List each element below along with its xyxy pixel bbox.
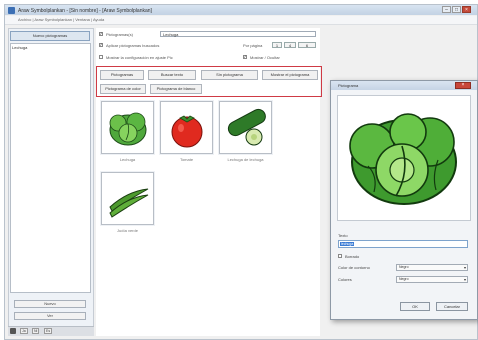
dialog-close-button[interactable]: × — [455, 82, 471, 89]
lettuce-icon — [349, 113, 457, 205]
show-hide-checkbox[interactable] — [243, 54, 247, 59]
sidebar-button-new[interactable]: Nuevo — [14, 300, 86, 308]
tile-label: Tomate — [179, 157, 194, 162]
app-icon — [8, 7, 15, 14]
outline-color-label: Color de contorno — [338, 265, 370, 270]
pictogram-tile[interactable] — [219, 101, 272, 154]
ok-button[interactable]: OK — [400, 302, 430, 311]
tomato-icon — [171, 115, 203, 148]
green-beans-icon — [109, 188, 149, 218]
toolbar-button-pictograms[interactable]: Pictogramas — [100, 70, 144, 80]
minimize-button[interactable]: – — [442, 6, 451, 13]
erase-label: Borrado — [345, 254, 360, 259]
name-field[interactable] — [338, 240, 468, 248]
erase-checkbox[interactable] — [338, 254, 342, 258]
name-field-value: lechuga — [340, 242, 355, 246]
toolbar-button-white[interactable]: Pictograma de blanco — [150, 84, 202, 94]
tile-label: Judía verde — [117, 228, 138, 233]
outline-color-select[interactable]: Negro — [396, 264, 468, 271]
sidebar-button-view[interactable]: Ver — [14, 312, 86, 320]
new-pictogram-button[interactable]: Nuevo pictogramas — [10, 31, 90, 41]
close-button[interactable]: × — [462, 6, 471, 13]
toolbar-button-color[interactable]: Pictograma de color — [100, 84, 146, 94]
name-label: Texto — [338, 233, 348, 238]
cucumber-icon — [227, 108, 266, 146]
taskbar-item[interactable]: Es — [44, 328, 53, 334]
show-hide-label: Mostrar / Ocultar — [250, 55, 280, 60]
dialog-preview — [337, 95, 471, 221]
toolbar-button-search-text[interactable]: Buscar texto — [148, 70, 196, 80]
colors-label: Colores — [338, 277, 352, 282]
per-page-stepper[interactable]: 4 — [284, 42, 296, 48]
window-title: Araw Symbolplankan - [Sin nombre] - [Ara… — [18, 8, 152, 14]
apply-label: Aplicar pictogramas buscados — [106, 43, 160, 48]
list-item[interactable]: Lechuga — [12, 45, 27, 50]
start-icon[interactable] — [10, 328, 16, 334]
pictogram-tile[interactable] — [101, 172, 154, 225]
lettuce-icon — [109, 112, 147, 146]
per-page-stepper[interactable]: 1 — [272, 42, 282, 48]
cancel-button[interactable]: Cancelar — [436, 302, 468, 311]
pictograms-checkbox[interactable] — [99, 31, 103, 36]
dialog-title: Pictograma — [338, 83, 359, 88]
taskbar-item[interactable]: Nl — [32, 328, 40, 334]
toolbar-button-show-pictogram[interactable]: Mostrar el pictograma — [262, 70, 318, 80]
pictogram-tile[interactable] — [160, 101, 213, 154]
colors-select[interactable]: Negro — [396, 276, 468, 283]
per-page-stepper[interactable]: 6 — [298, 42, 316, 48]
config-checkbox[interactable] — [99, 55, 103, 59]
toolbar-button-no-pictogram[interactable]: Sin pictograma — [201, 70, 258, 80]
search-field[interactable]: Lechuga — [160, 31, 316, 37]
pictograms-label: Pictogramas(s) — [106, 32, 133, 37]
per-page-label: Por página — [243, 43, 263, 48]
menu-items[interactable]: Archivo | Araw Symbolplankan | Ventana |… — [18, 17, 104, 22]
maximize-button[interactable]: □ — [452, 6, 461, 13]
taskbar-item[interactable]: Ja — [20, 328, 28, 334]
pictogram-tile[interactable] — [101, 101, 154, 154]
tile-label: Lechuga de lechuga — [227, 157, 264, 162]
tile-label: Lechuga — [119, 157, 136, 162]
config-label: Mostrar la configuración en ajuste Pic — [106, 55, 173, 60]
pictogram-list[interactable] — [10, 43, 91, 293]
apply-checkbox[interactable] — [99, 42, 103, 47]
